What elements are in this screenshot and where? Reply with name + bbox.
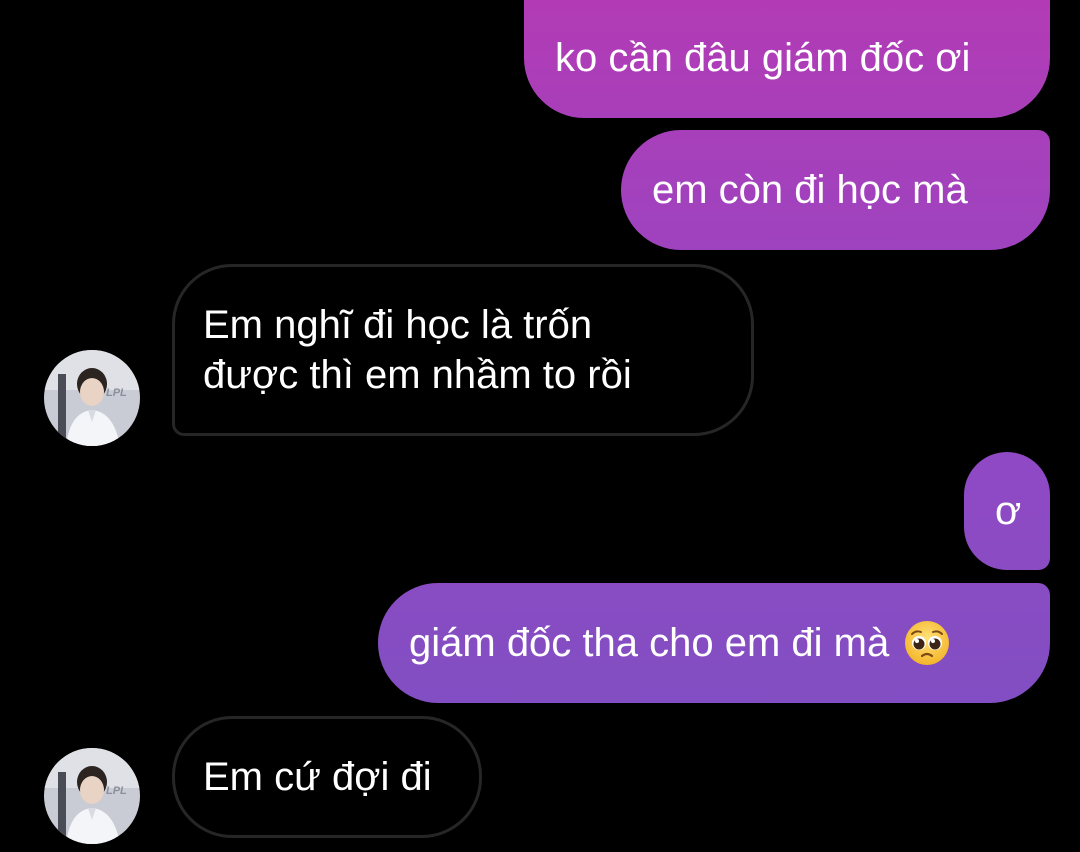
contact-avatar[interactable]: LPL bbox=[44, 748, 140, 844]
avatar-logo-text: LPL bbox=[106, 387, 127, 399]
sent-message-bubble[interactable]: em còn đi học mà bbox=[621, 130, 1050, 250]
message-text: ơ bbox=[995, 489, 1022, 533]
message-line: được thì em nhầm to rồi bbox=[203, 353, 632, 397]
message-text: ko cần đâu giám đốc ơi bbox=[555, 36, 971, 80]
sent-message-bubble[interactable]: ơ bbox=[964, 452, 1050, 570]
avatar-photo: LPL bbox=[44, 748, 140, 844]
message-text-block: Em nghĩ đi học là trốn được thì em nhầm … bbox=[203, 300, 632, 400]
message-line: Em nghĩ đi học là trốn bbox=[203, 303, 593, 347]
message-text: Em cứ đợi đi bbox=[203, 755, 432, 799]
avatar-photo: LPL bbox=[44, 350, 140, 446]
pleading-face-icon bbox=[903, 619, 951, 667]
message-text: em còn đi học mà bbox=[652, 168, 968, 212]
avatar-logo-text: LPL bbox=[106, 785, 127, 797]
received-message-bubble[interactable]: Em cứ đợi đi bbox=[172, 716, 482, 838]
message-text: giám đốc tha cho em đi mà bbox=[409, 621, 890, 665]
received-message-bubble[interactable]: Em nghĩ đi học là trốn được thì em nhầm … bbox=[172, 264, 754, 436]
sent-message-bubble[interactable]: ko cần đâu giám đốc ơi bbox=[524, 0, 1050, 118]
sent-message-bubble[interactable]: giám đốc tha cho em đi mà bbox=[378, 583, 1050, 703]
contact-avatar[interactable]: LPL bbox=[44, 350, 140, 446]
